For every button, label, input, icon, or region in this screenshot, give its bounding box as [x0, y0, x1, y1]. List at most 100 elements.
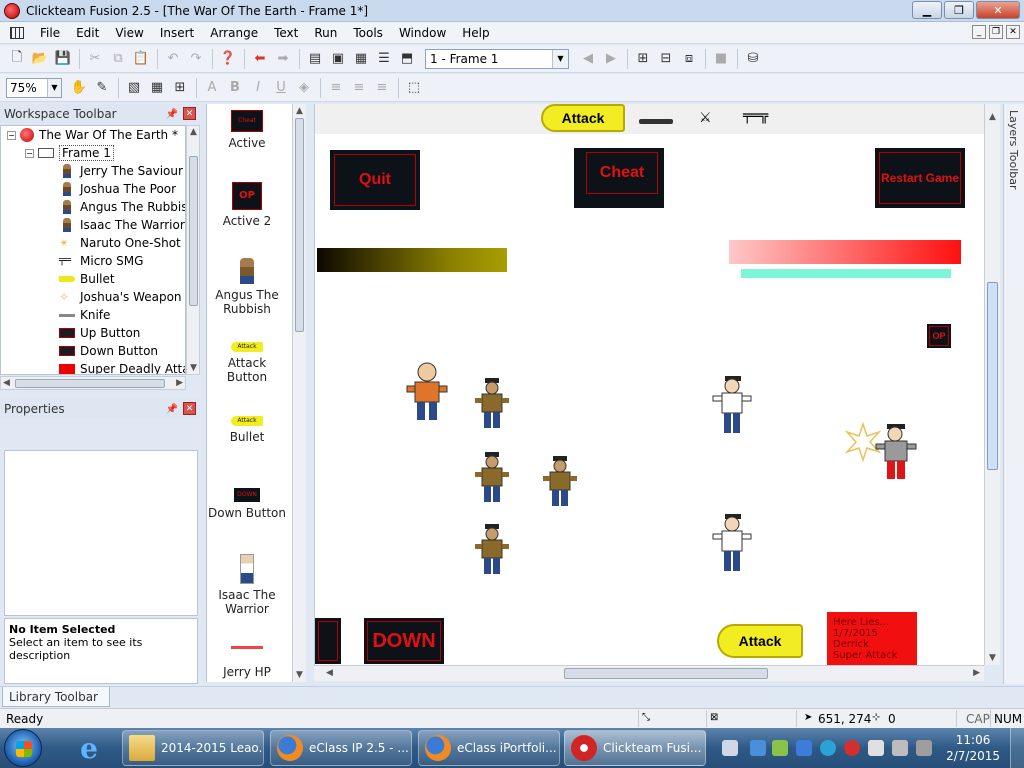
fit-frame-icon[interactable]: ⬚ — [403, 77, 425, 99]
cheat-button[interactable]: Cheat — [574, 148, 664, 208]
taskbar-item-firefox-2[interactable]: eClass iPortfoli... — [418, 730, 560, 766]
collapse-icon[interactable]: − — [25, 148, 34, 158]
undo-icon[interactable]: ↶ — [162, 48, 184, 70]
close-button[interactable]: ✕ — [976, 1, 1020, 19]
object-item[interactable]: Angus The Rubbish — [207, 258, 287, 316]
action-center-flag-icon[interactable] — [868, 740, 884, 756]
build-icon[interactable]: ⛁ — [742, 48, 764, 70]
frame-selector[interactable]: 1 - Frame 1 ▼ — [425, 48, 569, 69]
object-item[interactable]: Isaac The Warrior — [207, 554, 287, 616]
frame-horizontal-scrollbar[interactable]: ◀ ▶ — [314, 665, 984, 681]
attack-button-top[interactable]: Attack — [541, 104, 625, 132]
chevron-down-icon[interactable]: ▼ — [552, 49, 568, 68]
scroll-right-icon[interactable]: ▶ — [176, 378, 183, 388]
hand-tool-icon[interactable]: ✋ — [68, 77, 90, 99]
font-icon[interactable]: A — [201, 77, 223, 99]
restore-button[interactable]: ❐ — [944, 1, 974, 19]
align-right-icon[interactable]: ≡ — [371, 77, 393, 99]
document-menu-icon[interactable] — [10, 26, 24, 39]
tree-item[interactable]: Super Deadly Attacl — [1, 360, 185, 374]
object-bar-scrollbar[interactable]: ▲ ▼ — [292, 104, 306, 682]
menu-window[interactable]: Window — [391, 26, 454, 40]
knife-sprite[interactable] — [639, 119, 673, 124]
run-frame-icon[interactable]: ⊞ — [632, 48, 654, 70]
back-icon[interactable]: ⬅ — [249, 48, 271, 70]
angus-the-rubbish-sprite[interactable] — [473, 522, 513, 576]
previous-frame-icon[interactable]: ◀ — [577, 48, 599, 70]
security-icon[interactable] — [844, 740, 860, 756]
scrollbar-thumb[interactable] — [15, 379, 165, 388]
internet-explorer-icon[interactable]: e — [66, 730, 112, 766]
menu-help[interactable]: Help — [454, 26, 497, 40]
up-button-partial[interactable] — [315, 618, 341, 664]
close-icon[interactable]: ✕ — [183, 107, 196, 120]
volume-icon[interactable] — [916, 740, 932, 756]
tree-vertical-scrollbar[interactable]: ▲ ▼ — [186, 125, 200, 375]
tree-frame[interactable]: − Frame 1 — [1, 144, 185, 162]
frame-vertical-scrollbar[interactable]: ▲ ▼ — [984, 104, 1000, 665]
jerry-the-saviour-sprite[interactable] — [873, 422, 917, 484]
op-button[interactable]: OP — [927, 324, 951, 348]
taskbar-item-explorer[interactable]: 2014-2015 Leao... — [122, 730, 264, 766]
scroll-down-icon[interactable]: ▼ — [296, 670, 303, 680]
taskbar-item-clickteam[interactable]: Clickteam Fusi... — [564, 730, 706, 766]
bold-icon[interactable]: B — [224, 77, 246, 99]
frame-editor-canvas[interactable]: Attack ⚔ ╤═╦ Quit Cheat Restart Game OP — [314, 104, 984, 665]
search-tray-icon[interactable] — [796, 740, 812, 756]
scroll-down-icon[interactable]: ▼ — [190, 363, 197, 373]
globe-icon[interactable] — [820, 740, 836, 756]
taskbar-item-firefox-1[interactable]: eClass IP 2.5 - ... — [270, 730, 412, 766]
quit-button[interactable]: Quit — [330, 150, 420, 210]
scrollbar-thumb[interactable] — [295, 118, 304, 332]
menu-run[interactable]: Run — [306, 26, 345, 40]
help-icon[interactable]: ❓ — [217, 48, 239, 70]
layers-toolbar-tab[interactable]: Layers Toolbar — [1003, 104, 1024, 684]
scroll-right-icon[interactable]: ▶ — [973, 668, 980, 678]
angus-the-rubbish-sprite[interactable] — [541, 454, 581, 508]
scrollbar-thumb[interactable] — [987, 282, 998, 470]
joshua-weapon-sprite[interactable]: ⚔ — [699, 110, 712, 126]
run-project-icon[interactable]: ⧈ — [678, 48, 700, 70]
cut-icon[interactable]: ✂ — [84, 48, 106, 70]
data-elements-icon[interactable]: ⬒ — [396, 48, 418, 70]
menu-edit[interactable]: Edit — [68, 26, 107, 40]
chevron-down-icon[interactable]: ▼ — [47, 78, 61, 97]
angus-the-rubbish-sprite[interactable] — [473, 450, 513, 504]
tree-item[interactable]: Isaac The Warrior — [1, 216, 185, 234]
snap-grid-icon[interactable]: ⊞ — [169, 77, 191, 99]
show-grid-icon[interactable]: ▦ — [146, 77, 168, 99]
scrollbar-thumb[interactable] — [189, 156, 198, 306]
scroll-left-icon[interactable]: ◀ — [326, 668, 333, 678]
align-center-icon[interactable]: ≡ — [348, 77, 370, 99]
stop-icon[interactable]: ■ — [710, 48, 732, 70]
copy-icon[interactable]: ⧉ — [107, 48, 129, 70]
clock[interactable]: 11:06 2/7/2015 — [946, 732, 1000, 764]
object-item[interactable]: DOWN Down Button — [207, 488, 287, 520]
save-icon[interactable]: 💾 — [52, 48, 74, 70]
mdi-restore-button[interactable]: ❐ — [989, 25, 1003, 39]
super-deadly-attack-note[interactable]: Here Lies... 1/7/2015 Derrick Super Atta… — [827, 612, 917, 665]
menu-text[interactable]: Text — [266, 26, 306, 40]
mdi-minimize-button[interactable]: _ — [972, 25, 986, 39]
joshua-the-poor-sprite[interactable] — [405, 360, 453, 422]
menu-view[interactable]: View — [107, 26, 151, 40]
scroll-down-icon[interactable]: ▼ — [989, 653, 996, 663]
scroll-up-icon[interactable]: ▲ — [989, 112, 996, 122]
stack-app-icon[interactable] — [772, 740, 788, 756]
player-hp-bar[interactable] — [729, 240, 961, 264]
redo-icon[interactable]: ↷ — [185, 48, 207, 70]
micro-smg-sprite[interactable]: ╤═╦ — [743, 108, 768, 124]
angus-the-rubbish-sprite[interactable] — [473, 376, 513, 430]
paste-icon[interactable]: 📋 — [130, 48, 152, 70]
menu-arrange[interactable]: Arrange — [202, 26, 266, 40]
enemy-hp-bar[interactable] — [317, 248, 507, 272]
object-item[interactable]: Jerry HP — [207, 642, 287, 679]
tree-item[interactable]: Up Button — [1, 324, 185, 342]
keyboard-icon[interactable] — [722, 740, 738, 756]
align-left-icon[interactable]: ≡ — [325, 77, 347, 99]
tree-item[interactable]: Down Button — [1, 342, 185, 360]
attack-button-bottom[interactable]: Attack — [717, 624, 803, 658]
pin-icon[interactable]: 📌 — [166, 109, 178, 120]
scroll-left-icon[interactable]: ◀ — [3, 378, 10, 388]
mdi-close-button[interactable]: ✕ — [1006, 25, 1020, 39]
